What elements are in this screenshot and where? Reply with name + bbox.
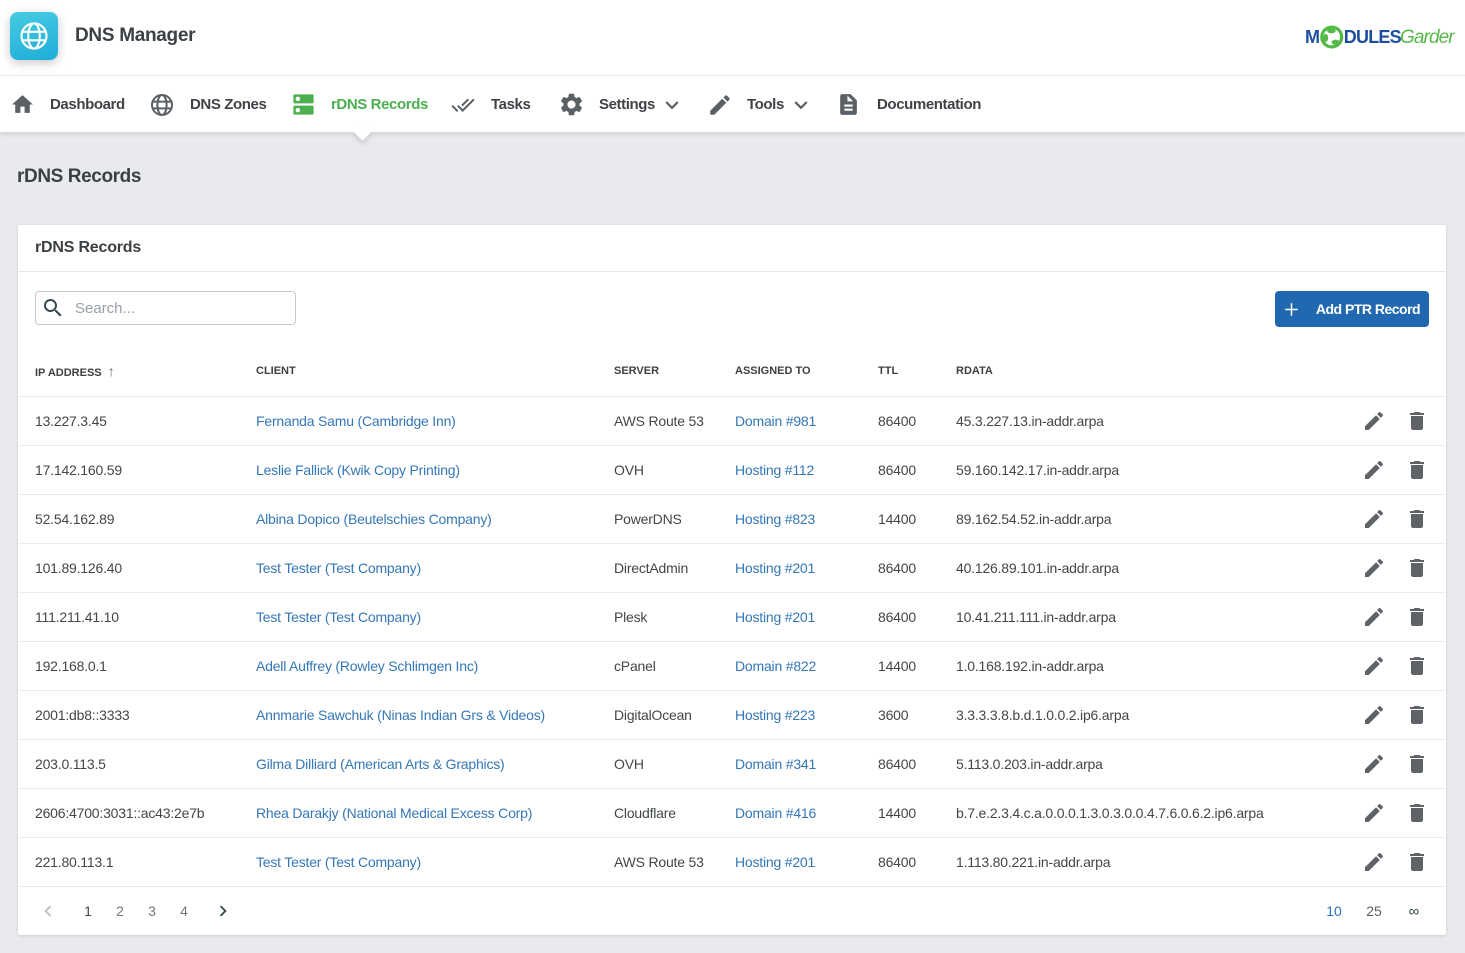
- svg-text:DULES: DULES: [1344, 27, 1402, 47]
- svg-text:Garden: Garden: [1400, 27, 1455, 48]
- svg-text:M: M: [1305, 27, 1320, 47]
